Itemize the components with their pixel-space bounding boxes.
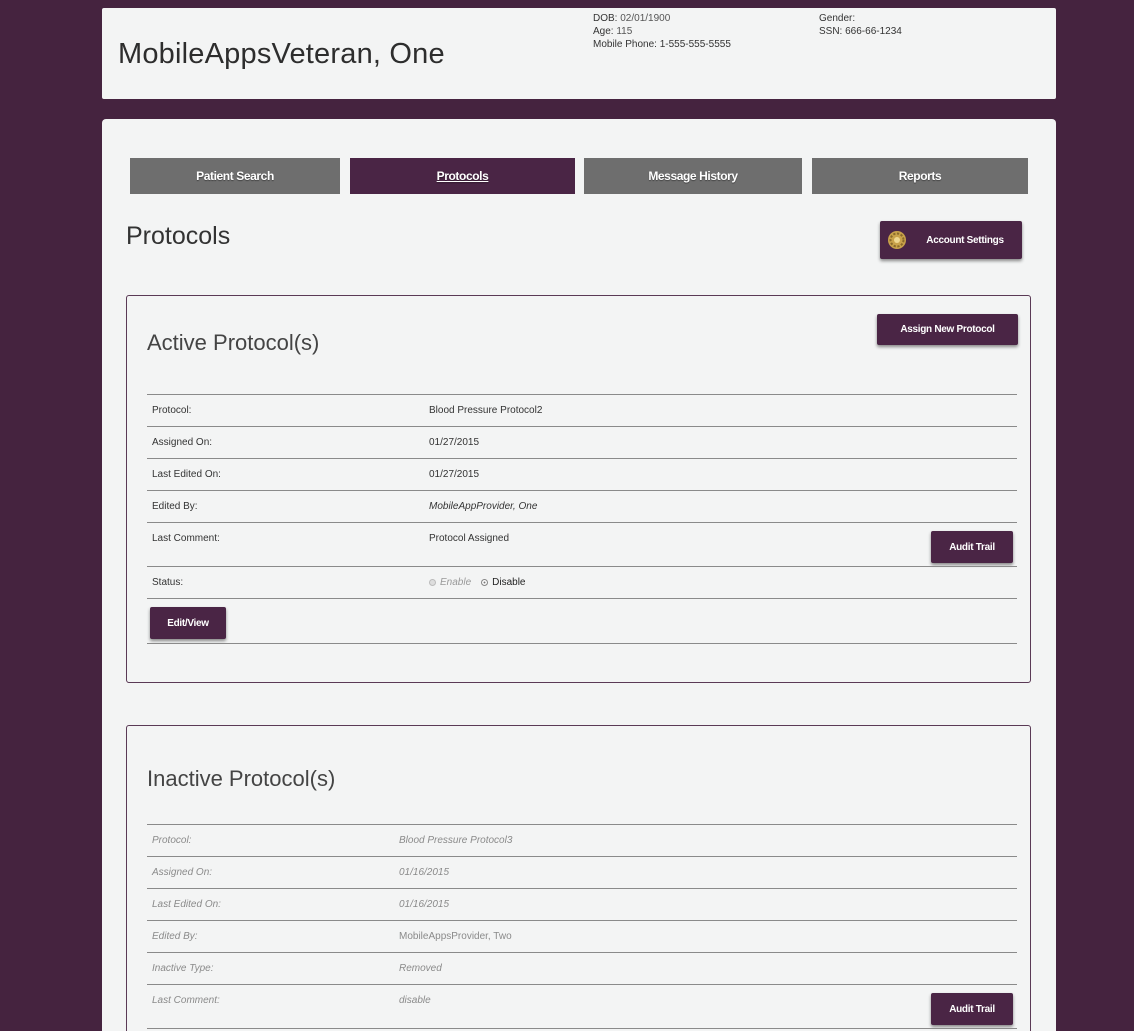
- ssn-value: 666-66-1234: [845, 26, 902, 37]
- row-value: Blood Pressure Protocol3: [399, 835, 513, 846]
- table-row: Protocol: Blood Pressure Protocol2: [147, 394, 1017, 426]
- tab-patient-search[interactable]: Patient Search: [130, 158, 340, 194]
- enable-radio[interactable]: [429, 579, 436, 586]
- dob-value: 02/01/1900: [620, 13, 671, 24]
- table-row: Edited By: MobileAppsProvider, Two: [147, 920, 1017, 952]
- table-divider: [147, 1028, 1017, 1029]
- enable-radio-label: Enable: [440, 577, 472, 588]
- table-row: Last Edited On: 01/27/2015: [147, 458, 1017, 490]
- row-value: MobileAppProvider, One: [429, 501, 538, 512]
- row-label: Edited By:: [152, 501, 198, 512]
- tab-protocols[interactable]: Protocols: [350, 158, 575, 194]
- row-label: Status:: [152, 577, 184, 588]
- nav-tabs: Patient Search Protocols Message History…: [130, 158, 1028, 194]
- row-label: Inactive Type:: [152, 963, 214, 974]
- status-radio-group: Enable Disable: [429, 577, 526, 588]
- table-row: Edited By: MobileAppProvider, One: [147, 490, 1017, 522]
- row-value: MobileAppsProvider, Two: [399, 931, 512, 942]
- row-label: Last Edited On:: [152, 899, 221, 910]
- row-value: Blood Pressure Protocol2: [429, 405, 543, 416]
- patient-header: MobileAppsVeteran, One DOB: 02/01/1900 A…: [102, 8, 1056, 99]
- audit-trail-button[interactable]: Audit Trail: [931, 531, 1013, 563]
- active-protocols-panel: Active Protocol(s) Assign New Protocol P…: [126, 295, 1031, 683]
- gender-label: Gender:: [819, 13, 856, 24]
- account-settings-button[interactable]: Account Settings: [880, 221, 1022, 259]
- ssn-label: SSN:: [819, 26, 843, 37]
- tab-reports[interactable]: Reports: [812, 158, 1028, 194]
- row-value: Removed: [399, 963, 442, 974]
- active-protocols-title: Active Protocol(s): [147, 330, 320, 355]
- age-label: Age:: [593, 26, 614, 37]
- dob-label: DOB:: [593, 13, 618, 24]
- disable-radio-label: Disable: [492, 577, 526, 588]
- inactive-protocols-title: Inactive Protocol(s): [147, 766, 336, 791]
- table-row: Protocol: Blood Pressure Protocol3: [147, 824, 1017, 856]
- row-value: disable: [399, 995, 431, 1006]
- row-label: Edited By:: [152, 931, 198, 942]
- edit-view-button[interactable]: Edit/View: [150, 607, 226, 639]
- row-value: 01/27/2015: [429, 437, 480, 448]
- account-settings-label: Account Settings: [926, 234, 1004, 246]
- row-label: Protocol:: [152, 835, 192, 846]
- table-row: Assigned On: 01/16/2015: [147, 856, 1017, 888]
- row-value: 01/16/2015: [399, 867, 450, 878]
- phone-value: 1-555-555-5555: [659, 39, 731, 50]
- tab-message-history[interactable]: Message History: [584, 158, 802, 194]
- row-label: Protocol:: [152, 405, 192, 416]
- age-value: 115: [616, 26, 633, 37]
- gear-icon: [888, 231, 906, 249]
- table-row: Last Edited On: 01/16/2015: [147, 888, 1017, 920]
- phone-label: Mobile Phone:: [593, 39, 657, 50]
- main-content: Patient Search Protocols Message History…: [102, 119, 1056, 1031]
- inactive-protocols-panel: Inactive Protocol(s) Protocol: Blood Pre…: [126, 725, 1031, 1031]
- table-row: Last Comment: disable Audit Trail: [147, 984, 1017, 1028]
- patient-demographics: DOB: 02/01/1900 Age: 115 Mobile Phone: 1…: [593, 12, 731, 51]
- table-row: Inactive Type: Removed: [147, 952, 1017, 984]
- row-label: Last Comment:: [152, 533, 220, 544]
- row-label: Assigned On:: [152, 867, 213, 878]
- table-row: Last Comment: Protocol Assigned Audit Tr…: [147, 522, 1017, 566]
- row-label: Last Edited On:: [152, 469, 221, 480]
- patient-identifiers: Gender: SSN: 666-66-1234: [819, 12, 902, 38]
- row-value: 01/16/2015: [399, 899, 450, 910]
- disable-radio[interactable]: [481, 579, 489, 586]
- table-row: Edit/View: [147, 598, 1017, 643]
- row-value: 01/27/2015: [429, 469, 480, 480]
- active-protocol-details: Protocol: Blood Pressure Protocol2 Assig…: [147, 394, 1017, 644]
- row-label: Assigned On:: [152, 437, 213, 448]
- table-row: Assigned On: 01/27/2015: [147, 426, 1017, 458]
- table-divider: [147, 643, 1017, 644]
- audit-trail-button[interactable]: Audit Trail: [931, 993, 1013, 1025]
- table-row: Status: Enable Disable: [147, 566, 1017, 598]
- row-label: Last Comment:: [152, 995, 220, 1006]
- inactive-protocol-details: Protocol: Blood Pressure Protocol3 Assig…: [147, 824, 1017, 1029]
- assign-new-protocol-button[interactable]: Assign New Protocol: [877, 314, 1018, 345]
- page-title: Protocols: [126, 222, 231, 250]
- row-value: Protocol Assigned: [429, 533, 510, 544]
- patient-name: MobileAppsVeteran, One: [118, 38, 445, 70]
